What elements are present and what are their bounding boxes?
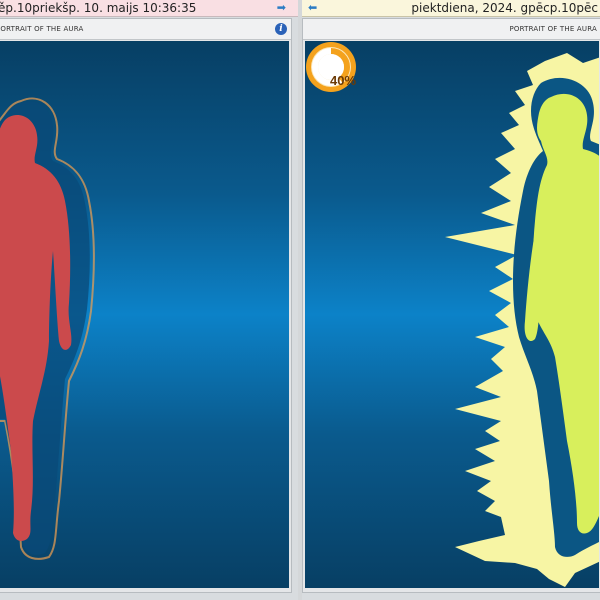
right-datetime: piektdiena, 2024. gpēcp.10pēc	[411, 1, 598, 15]
right-panel-header: PORTRAIT OF THE AURA	[303, 19, 600, 40]
arrow-right-icon[interactable]: ➡	[277, 0, 286, 16]
right-aura-scene: 40%	[305, 41, 599, 588]
info-icon[interactable]: i	[275, 23, 287, 35]
left-aura-scene	[0, 41, 289, 588]
arrow-left-icon[interactable]: ⬅	[308, 0, 317, 16]
right-panel-title: PORTRAIT OF THE AURA	[509, 25, 597, 33]
left-datetime: ěp.10priekšp. 10. maijs 10:36:35	[0, 1, 197, 15]
left-header-bar: ěp.10priekšp. 10. maijs 10:36:35 ➡	[0, 0, 298, 17]
left-panel-title: PORTRAIT OF THE AURA	[0, 25, 84, 33]
left-aura-panel: PORTRAIT OF THE AURA i	[0, 18, 292, 593]
left-aura-figure	[0, 97, 95, 560]
right-aura-figure	[445, 53, 599, 587]
right-header-bar: ⬅ piektdiena, 2024. gpēcp.10pēc	[302, 0, 600, 17]
left-panel-header: PORTRAIT OF THE AURA i	[0, 19, 291, 40]
right-aura-panel: PORTRAIT OF THE AURA 40%	[302, 18, 600, 593]
aura-percent-label: 40%	[329, 73, 357, 88]
